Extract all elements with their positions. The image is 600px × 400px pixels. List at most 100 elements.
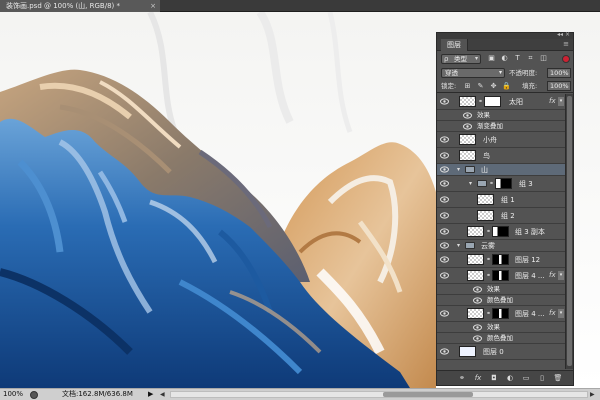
new-layer-icon[interactable]: ▯ <box>537 373 547 383</box>
group-row-clouds[interactable]: ▾ 云雾 <box>437 240 565 252</box>
visibility-eye-icon[interactable] <box>440 348 449 355</box>
visibility-eye-icon[interactable] <box>440 180 449 187</box>
layer-thumbnail <box>467 308 484 319</box>
expand-effects-icon[interactable]: ▾ <box>558 309 564 318</box>
status-menu-icon[interactable] <box>30 391 38 399</box>
effects-label: 效果 <box>477 111 490 119</box>
fx-icon[interactable]: fx <box>549 270 556 281</box>
fx-icon[interactable]: fx <box>549 308 556 319</box>
layer-row-group2[interactable]: 组 2 <box>437 208 565 224</box>
visibility-eye-icon[interactable] <box>440 98 449 105</box>
visibility-eye-icon[interactable] <box>473 335 482 342</box>
layers-scrollbar[interactable] <box>565 94 573 369</box>
fill-input[interactable]: 100% <box>547 81 571 91</box>
layer-row-boat[interactable]: 小舟 <box>437 132 565 148</box>
filter-toggle-icon[interactable] <box>562 55 570 63</box>
lock-image-icon[interactable]: ✎ <box>476 82 485 91</box>
visibility-eye-icon[interactable] <box>440 228 449 235</box>
visibility-eye-icon[interactable] <box>440 212 449 219</box>
panel-collapse-icon[interactable]: ◂◂ × <box>557 31 570 38</box>
expand-effects-icon[interactable]: ▾ <box>558 271 564 280</box>
chevron-down-icon[interactable]: ▾ <box>469 176 472 192</box>
folder-icon <box>465 242 475 249</box>
visibility-eye-icon[interactable] <box>440 242 449 249</box>
layer-mask-thumbnail[interactable] <box>492 254 509 265</box>
visibility-eye-icon[interactable] <box>440 310 449 317</box>
group-row-group3[interactable]: ▾ ⚭ 组 3 <box>437 176 565 192</box>
filter-kind-select[interactable]: ρ 类型 ▾ <box>441 54 481 64</box>
filter-adjustment-icon[interactable]: ◐ <box>500 54 509 63</box>
layer-row-layer4-b[interactable]: ⚭ 图层 4 ... fx ▾ <box>437 306 565 322</box>
visibility-eye-icon[interactable] <box>440 272 449 279</box>
layer-mask-thumbnail[interactable] <box>492 308 509 319</box>
visibility-eye-icon[interactable] <box>473 286 482 293</box>
chevron-down-icon: ▾ <box>498 69 502 76</box>
visibility-eye-icon[interactable] <box>473 297 482 304</box>
fx-icon[interactable]: fx <box>549 96 556 107</box>
opacity-label: 不透明度: <box>509 69 538 77</box>
layer-row-layer12[interactable]: ⚭ 图层 12 <box>437 252 565 268</box>
effects-row[interactable]: 效果 <box>437 284 565 295</box>
effect-row-color-overlay[interactable]: 颜色叠加 <box>437 333 565 344</box>
link-layers-icon[interactable]: ⚭ <box>457 373 467 383</box>
effect-label: 颜色叠加 <box>487 296 513 304</box>
layers-list: ⚭ 太阳 fx ▾ 效果 渐变叠加 小舟 鸟 ▾ 山 ▾ ⚭ 组 3 组 1 组… <box>437 94 565 369</box>
layer-row-group3-copy[interactable]: ⚭ 组 3 副本 <box>437 224 565 240</box>
layer-row-layer0[interactable]: 图层 0 <box>437 344 565 360</box>
new-group-icon[interactable]: ▭ <box>521 373 531 383</box>
blend-mode-select[interactable]: 穿透 ▾ <box>441 68 505 78</box>
tab-layers[interactable]: 图层 <box>441 39 468 51</box>
panel-menu-icon[interactable]: ≡ <box>563 40 569 48</box>
visibility-eye-icon[interactable] <box>463 112 472 119</box>
filter-shape-icon[interactable]: ⌗ <box>526 54 535 63</box>
visibility-eye-icon[interactable] <box>440 256 449 263</box>
effect-row-color-overlay[interactable]: 颜色叠加 <box>437 295 565 306</box>
visibility-eye-icon[interactable] <box>473 324 482 331</box>
layer-mask-thumbnail[interactable] <box>484 96 501 107</box>
lock-all-icon[interactable]: 🔒 <box>502 82 511 91</box>
adjustment-layer-icon[interactable]: ◐ <box>505 373 515 383</box>
lock-position-icon[interactable]: ✥ <box>489 82 498 91</box>
scroll-right-icon[interactable]: ▶ <box>590 391 596 399</box>
group-row-mountain[interactable]: ▾ 山 <box>437 164 565 176</box>
filter-type-icon[interactable]: T <box>513 54 522 63</box>
status-bar: 100% 文档:162.8M/636.8M ▶ ◀ ▶ <box>0 388 600 400</box>
close-tab-icon[interactable]: × <box>150 0 156 12</box>
scroll-left-icon[interactable]: ◀ <box>160 391 166 399</box>
layer-thumbnail <box>477 194 494 205</box>
horizontal-scrollbar[interactable] <box>170 391 588 398</box>
document-size: 文档:162.8M/636.8M <box>62 390 133 398</box>
effects-row[interactable]: 效果 <box>437 322 565 333</box>
trash-icon[interactable]: 🗑 <box>553 373 563 383</box>
visibility-eye-icon[interactable] <box>463 123 472 130</box>
visibility-eye-icon[interactable] <box>440 136 449 143</box>
filter-pixel-icon[interactable]: ▣ <box>487 54 496 63</box>
chevron-down-icon[interactable]: ▾ <box>457 164 460 176</box>
layer-row-bird[interactable]: 鸟 <box>437 148 565 164</box>
expand-effects-icon[interactable]: ▾ <box>558 97 564 106</box>
layer-mask-thumbnail[interactable] <box>492 226 509 237</box>
layer-mask-thumbnail[interactable] <box>492 270 509 281</box>
effects-row[interactable]: 效果 <box>437 110 565 121</box>
visibility-eye-icon[interactable] <box>440 166 449 173</box>
effect-row-gradient-overlay[interactable]: 渐变叠加 <box>437 121 565 132</box>
lock-label: 锁定: <box>441 82 457 90</box>
scrollbar-thumb[interactable] <box>567 96 572 366</box>
layer-row-layer4-a[interactable]: ⚭ 图层 4 ... fx ▾ <box>437 268 565 284</box>
visibility-eye-icon[interactable] <box>440 152 449 159</box>
add-style-icon[interactable]: fx <box>473 373 483 383</box>
layer-filter-row: ρ 类型 ▾ ▣ ◐ T ⌗ ◫ <box>437 52 573 66</box>
layer-row-sun[interactable]: ⚭ 太阳 fx ▾ <box>437 94 565 110</box>
layer-row-group1[interactable]: 组 1 <box>437 192 565 208</box>
opacity-input[interactable]: 100% <box>547 68 571 78</box>
layer-mask-thumbnail[interactable] <box>495 178 512 189</box>
visibility-eye-icon[interactable] <box>440 196 449 203</box>
lock-transparent-icon[interactable]: ⊞ <box>463 82 472 91</box>
scrollbar-thumb[interactable] <box>383 392 473 397</box>
zoom-level[interactable]: 100% <box>3 389 23 400</box>
document-tab[interactable]: 装饰画.psd @ 100% (山, RGB/8) * × <box>0 0 160 12</box>
add-mask-icon[interactable]: ◘ <box>489 373 499 383</box>
chevron-down-icon[interactable]: ▾ <box>457 240 460 252</box>
filter-smartobject-icon[interactable]: ◫ <box>539 54 548 63</box>
status-play-icon[interactable]: ▶ <box>148 389 153 400</box>
